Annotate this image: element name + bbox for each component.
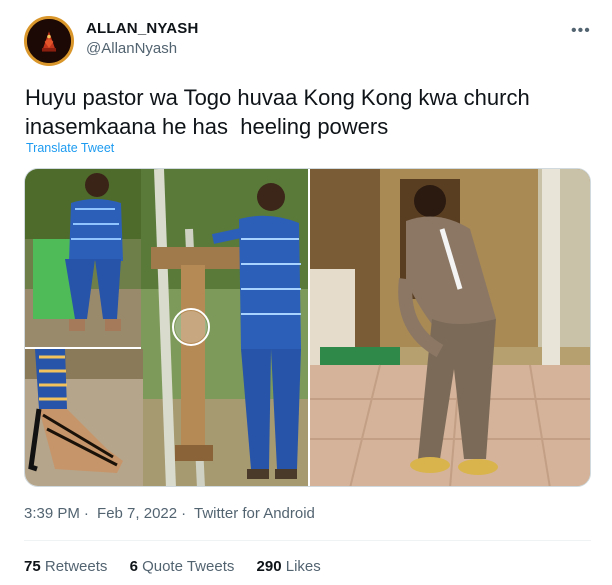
separator-dot: ·: [83, 505, 89, 522]
tweet-source[interactable]: Twitter for Android: [194, 505, 315, 522]
tweet-text: Huyu pastor wa Togo huvaa Kong Kong kwa …: [25, 85, 530, 139]
retweets-label: Retweets: [44, 558, 108, 575]
quote-tweets-stat[interactable]: 6 Quote Tweets: [130, 558, 235, 575]
engagement-stats: 75 Retweets 6 Quote Tweets 290 Likes: [24, 558, 339, 575]
divider: [24, 540, 591, 541]
photo-man-at-pulpit[interactable]: [141, 169, 308, 486]
author-display-name[interactable]: ALLAN_NYASH: [86, 20, 199, 37]
photo-man-in-suit[interactable]: [310, 169, 590, 486]
quote-tweets-count: 6: [129, 558, 138, 575]
photo-heels-closeup[interactable]: [25, 349, 143, 486]
tweet-time: 3:39 PM: [24, 505, 80, 522]
author-handle[interactable]: @AllanNyash: [86, 40, 177, 57]
tweet-card: ALLAN_NYASH @AllanNyash ••• Huyu pastor …: [0, 0, 612, 585]
translate-tweet-link[interactable]: Translate Tweet: [26, 141, 114, 155]
likes-label: Likes: [285, 558, 321, 575]
avatar[interactable]: [24, 16, 74, 66]
retweets-count: 75: [24, 558, 41, 575]
likes-stat[interactable]: 290 Likes: [257, 558, 321, 575]
more-options-icon[interactable]: •••: [571, 22, 591, 40]
media-grid: [24, 168, 591, 487]
likes-count: 290: [256, 558, 282, 575]
quote-tweets-label: Quote Tweets: [142, 558, 235, 575]
separator-dot: ·: [181, 505, 187, 522]
tweet-timestamp[interactable]: 3:39 PM · Feb 7, 2022 · Twitter for Androi…: [24, 505, 319, 522]
tweet-date: Feb 7, 2022: [97, 505, 178, 522]
photo-man-seated[interactable]: [25, 169, 143, 347]
retweets-stat[interactable]: 75 Retweets: [24, 558, 107, 575]
